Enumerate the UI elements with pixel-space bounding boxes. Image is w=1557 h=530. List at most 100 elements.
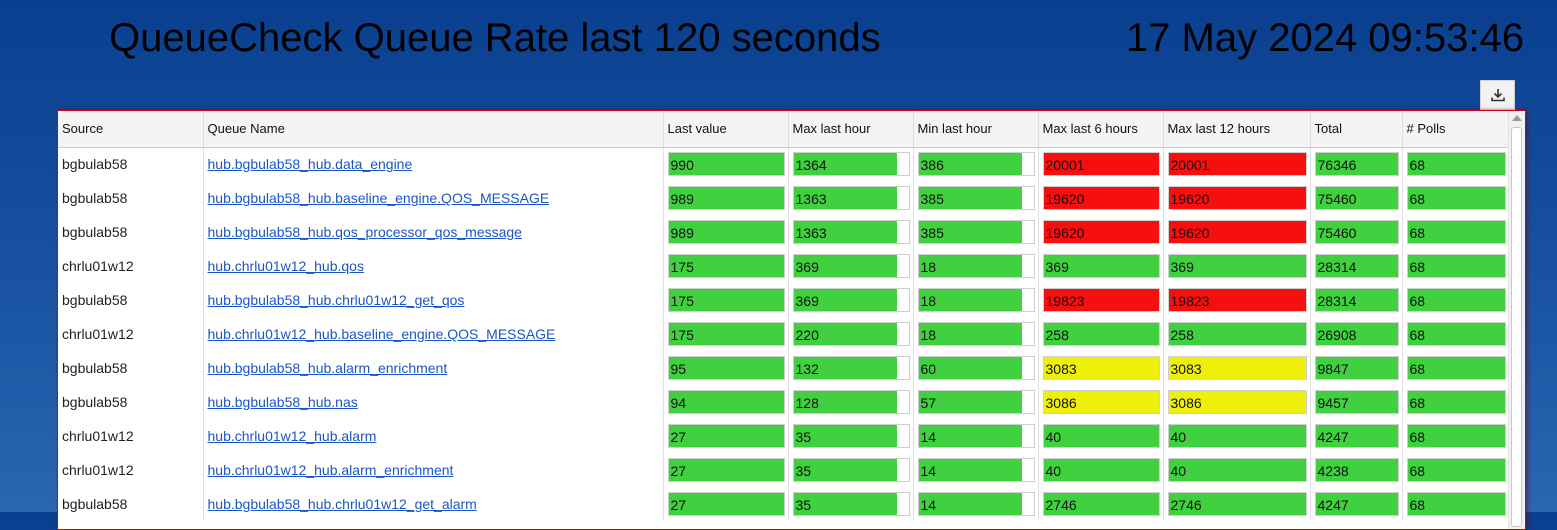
- total-bar: 75460: [1314, 220, 1399, 244]
- source-cell: bgbulab58: [58, 181, 204, 215]
- queue-name-link[interactable]: hub.bgbulab58_hub.chrlu01w12_get_qos: [208, 292, 465, 308]
- queue-name-link[interactable]: hub.bgbulab58_hub.qos_processor_qos_mess…: [208, 224, 522, 240]
- bar-value: 1363: [795, 225, 827, 241]
- bar-value: 4247: [1317, 497, 1349, 513]
- bar-value: 4238: [1317, 463, 1349, 479]
- last-value-bar: 175: [667, 254, 785, 278]
- table-row: chrlu01w12 hub.chrlu01w12_hub.baseline_en…: [58, 317, 1510, 351]
- queue-name-link[interactable]: hub.bgbulab58_hub.chrlu01w12_get_alarm: [208, 496, 477, 512]
- polls-bar: 68: [1406, 356, 1506, 380]
- last-value-cell: 990: [663, 147, 789, 181]
- last-value-bar: 175: [667, 288, 785, 312]
- bar-value: 18: [920, 327, 937, 343]
- bar-value: 57: [920, 395, 937, 411]
- max-last-hour-bar: 128: [792, 390, 910, 414]
- polls-bar: 68: [1406, 322, 1506, 346]
- bar-value: 369: [1170, 259, 1194, 275]
- bar-value: 68: [1409, 293, 1426, 309]
- page-title: QueueCheck Queue Rate last 120 seconds: [109, 16, 881, 60]
- min-last-hour-bar: 18: [917, 254, 1035, 278]
- max-last-hour-bar: 1363: [792, 186, 910, 210]
- queue-name-link[interactable]: hub.chrlu01w12_hub.alarm: [208, 428, 377, 444]
- table-row: chrlu01w12 hub.chrlu01w12_hub.alarm_enric…: [58, 453, 1510, 487]
- max-last-6-hours-cell: 369: [1038, 249, 1164, 283]
- max-last-hour-cell: 1364: [788, 147, 914, 181]
- column-header[interactable]: Source: [58, 111, 204, 148]
- bar-value: 94: [670, 395, 687, 411]
- polls-cell: 68: [1402, 317, 1510, 351]
- max-last-6-hours-cell: 19823: [1038, 283, 1164, 317]
- bar-value: 369: [1045, 259, 1069, 275]
- column-header[interactable]: Max last 6 hours: [1038, 111, 1164, 148]
- bar-value: 9457: [1317, 395, 1349, 411]
- table-row: chrlu01w12 hub.chrlu01w12_hub.alarm 27 35 14…: [58, 419, 1510, 453]
- max-last-6-hours-bar: 40: [1042, 424, 1160, 448]
- bar-value: 386: [920, 157, 944, 174]
- last-value-bar: 27: [667, 492, 785, 516]
- last-value-bar: 27: [667, 424, 785, 448]
- total-cell: 26908: [1310, 317, 1403, 351]
- bar-value: 2746: [1045, 497, 1077, 513]
- bar-value: 175: [670, 259, 694, 275]
- max-last-6-hours-cell: 3086: [1038, 385, 1164, 419]
- scroll-up-arrow-icon[interactable]: [1512, 115, 1522, 121]
- column-header[interactable]: Last value: [663, 111, 789, 148]
- bar-value: 40: [1170, 463, 1187, 479]
- polls-bar: 68: [1406, 288, 1506, 312]
- bar-value: 128: [795, 395, 819, 411]
- scrollbar-thumb[interactable]: [1511, 127, 1522, 527]
- max-last-hour-cell: 369: [788, 283, 914, 317]
- min-last-hour-cell: 57: [913, 385, 1039, 419]
- queue-name-link[interactable]: hub.bgbulab58_hub.nas: [208, 394, 358, 410]
- min-last-hour-bar: 14: [917, 458, 1035, 482]
- last-value-bar: 989: [667, 220, 785, 244]
- polls-bar: 68: [1406, 424, 1506, 448]
- queue-name-link[interactable]: hub.bgbulab58_hub.data_engine: [208, 156, 413, 172]
- source-cell: bgbulab58: [58, 283, 204, 317]
- column-header[interactable]: Min last hour: [913, 111, 1039, 148]
- max-last-6-hours-bar: 20001: [1042, 152, 1160, 177]
- queue-name-cell: hub.chrlu01w12_hub.alarm: [203, 419, 664, 453]
- max-last-hour-bar: 35: [792, 492, 910, 516]
- max-last-6-hours-cell: 40: [1038, 419, 1164, 453]
- column-header[interactable]: Max last hour: [788, 111, 914, 148]
- table-row: bgbulab58 hub.bgbulab58_hub.chrlu01w12_ge…: [58, 487, 1510, 521]
- max-last-12-hours-cell: 40: [1163, 453, 1311, 487]
- max-last-6-hours-bar: 3086: [1042, 390, 1160, 414]
- column-header[interactable]: Queue Name: [203, 111, 664, 148]
- queue-name-link[interactable]: hub.chrlu01w12_hub.baseline_engine.QOS_M…: [208, 326, 556, 342]
- bar-value: 35: [795, 497, 812, 513]
- source-cell: bgbulab58: [58, 385, 204, 419]
- queue-name-cell: hub.chrlu01w12_hub.baseline_engine.QOS_M…: [203, 317, 664, 351]
- queue-name-cell: hub.chrlu01w12_hub.alarm_enrichment: [203, 453, 664, 487]
- bar-value: 20001: [1170, 157, 1210, 174]
- last-value-cell: 989: [663, 215, 789, 249]
- queue-name-cell: hub.chrlu01w12_hub.qos: [203, 249, 664, 283]
- bar-value: 60: [920, 361, 937, 377]
- column-header[interactable]: Total: [1310, 111, 1403, 148]
- column-header[interactable]: # Polls: [1402, 111, 1510, 148]
- column-header[interactable]: Max last 12 hours: [1163, 111, 1311, 148]
- vertical-scrollbar[interactable]: [1508, 111, 1525, 529]
- max-last-hour-cell: 35: [788, 487, 914, 521]
- last-value-bar: 990: [667, 152, 785, 177]
- queue-name-link[interactable]: hub.bgbulab58_hub.alarm_enrichment: [208, 360, 448, 376]
- download-button[interactable]: [1480, 80, 1515, 110]
- last-value-cell: 989: [663, 181, 789, 215]
- max-last-hour-cell: 35: [788, 453, 914, 487]
- queue-name-cell: hub.bgbulab58_hub.nas: [203, 385, 664, 419]
- min-last-hour-cell: 18: [913, 249, 1039, 283]
- last-value-cell: 27: [663, 419, 789, 453]
- total-bar: 4238: [1314, 458, 1399, 482]
- last-value-cell: 175: [663, 317, 789, 351]
- max-last-12-hours-bar: 3083: [1167, 356, 1307, 380]
- max-last-hour-cell: 132: [788, 351, 914, 385]
- queue-name-link[interactable]: hub.chrlu01w12_hub.qos: [208, 258, 364, 274]
- total-bar: 9847: [1314, 356, 1399, 380]
- queue-name-link[interactable]: hub.bgbulab58_hub.baseline_engine.QOS_ME…: [208, 190, 550, 206]
- max-last-hour-bar: 369: [792, 288, 910, 312]
- max-last-hour-bar: 35: [792, 458, 910, 482]
- bar-value: 20001: [1045, 157, 1085, 174]
- polls-bar: 68: [1406, 186, 1506, 210]
- queue-name-link[interactable]: hub.chrlu01w12_hub.alarm_enrichment: [208, 462, 454, 478]
